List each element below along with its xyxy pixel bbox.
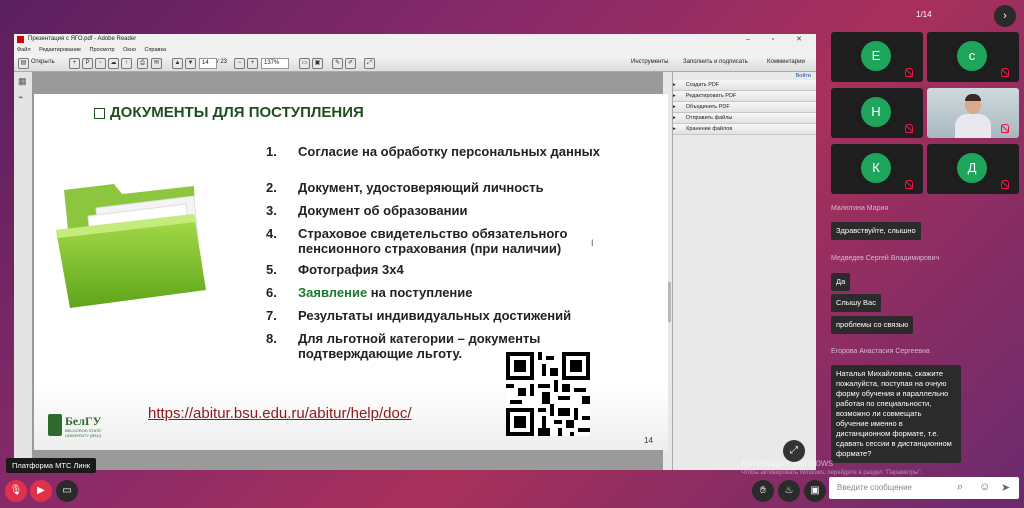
chat-message: Здравствуйте, слышно bbox=[831, 222, 921, 240]
navigation-rail: ▦ ⌁ bbox=[14, 72, 33, 470]
camera-off-icon[interactable]: ▶ bbox=[30, 480, 52, 502]
menu-help[interactable]: Справка bbox=[144, 47, 166, 53]
avatar: Н bbox=[861, 97, 891, 127]
zoom-out-icon[interactable]: − bbox=[234, 58, 245, 69]
panel-combine-pdf[interactable]: ▸ Объединить PDF bbox=[673, 102, 816, 113]
panel-store-files[interactable]: ▸ Хранение файлов bbox=[673, 124, 816, 135]
participant-video-tile[interactable] bbox=[927, 88, 1019, 138]
platform-label: Платформа МТС Линк bbox=[6, 458, 96, 473]
menu-edit[interactable]: Редактирование bbox=[39, 47, 81, 53]
folder-icon bbox=[56, 184, 206, 308]
participant-tile[interactable]: Е bbox=[831, 32, 923, 82]
mic-muted-icon bbox=[1001, 180, 1009, 189]
comments-button[interactable]: Комментарии bbox=[767, 59, 805, 65]
slide-page: ДОКУМЕНТЫ ДЛЯ ПОСТУПЛЕНИЯ 1. Согласие на … bbox=[34, 94, 668, 450]
avatar: с bbox=[957, 41, 987, 71]
avatar: Д bbox=[957, 153, 987, 183]
chat-sender: Егорова Анастасия Сергеевна bbox=[831, 348, 930, 355]
toolbar: ▤ Открыть + P ▫ ☁ ↑ ⎙ ✉ ▲ ▼ 14 / 23 − + … bbox=[14, 55, 816, 72]
layout-icon[interactable]: ▣ bbox=[804, 480, 826, 502]
message-input[interactable]: Введите сообщение ⌕ ☺ ➤ bbox=[829, 477, 1019, 499]
fit-page-icon[interactable]: ▭ bbox=[299, 58, 310, 69]
fill-sign-button[interactable]: Заполнить и подписать bbox=[683, 59, 748, 65]
pages-icon[interactable]: ▦ bbox=[18, 76, 27, 87]
folder-open-icon[interactable]: ▤ bbox=[18, 58, 29, 69]
chat-message: проблемы со связью bbox=[831, 316, 914, 334]
raise-hand-icon[interactable]: ✋︎ bbox=[752, 480, 774, 502]
slide-title: ДОКУМЕНТЫ ДЛЯ ПОСТУПЛЕНИЯ bbox=[110, 104, 364, 121]
university-logo: БелГУ BELGOROD STATE UNIVERSITY (BSU) bbox=[48, 414, 118, 440]
next-page-icon[interactable]: ▼ bbox=[185, 58, 196, 69]
mic-off-icon[interactable]: 🎙︎ bbox=[5, 480, 27, 502]
participant-tile[interactable]: Д bbox=[927, 144, 1019, 194]
slide-page-number: 14 bbox=[644, 436, 653, 445]
tools-panel: Войти ▸ Создать PDF ▸ Редактировать PDF ▸ О… bbox=[672, 72, 816, 470]
acrobat-icon bbox=[17, 36, 24, 43]
windows-activation-text: Чтобы активировать Windows, перейдите в … bbox=[741, 470, 923, 476]
page-total: / 23 bbox=[217, 59, 228, 65]
panel-edit-pdf[interactable]: ▸ Редактировать PDF bbox=[673, 91, 816, 102]
page-number-input[interactable]: 14 bbox=[199, 58, 217, 69]
mic-muted-icon bbox=[905, 68, 913, 77]
window-titlebar: Презентация с ЯГО.pdf - Adobe Reader – ▫… bbox=[14, 34, 816, 46]
participant-tile[interactable]: К bbox=[831, 144, 923, 194]
avatar: К bbox=[861, 153, 891, 183]
open-button[interactable]: Открыть bbox=[31, 59, 55, 65]
panel-send-files[interactable]: ▸ Отправить файлы bbox=[673, 113, 816, 124]
save-icon[interactable]: ▫ bbox=[95, 58, 106, 69]
participant-tile[interactable]: с bbox=[927, 32, 1019, 82]
menu-bar: Файл Редактирование Просмотр Окно Справк… bbox=[14, 46, 816, 55]
mic-muted-icon bbox=[1001, 68, 1009, 77]
mic-muted-icon bbox=[905, 124, 913, 133]
emoji-icon[interactable]: ☺ bbox=[979, 481, 990, 493]
highlight-icon[interactable]: ✐ bbox=[345, 58, 356, 69]
chat-sender: Малютина Мария bbox=[831, 205, 889, 212]
text-cursor-icon: I bbox=[591, 238, 594, 248]
screen-share-icon[interactable]: ▭ bbox=[56, 480, 78, 502]
chat-message: Наталья Михайловна, скажите пожалуйста, … bbox=[831, 365, 961, 463]
menu-file[interactable]: Файл bbox=[17, 47, 31, 53]
reactions-icon[interactable]: ♨ bbox=[778, 480, 800, 502]
admission-link[interactable]: https://abitur.bsu.edu.ru/abitur/help/do… bbox=[148, 405, 412, 422]
print-icon[interactable]: ⎙ bbox=[137, 58, 148, 69]
zoom-in-icon[interactable]: + bbox=[247, 58, 258, 69]
mic-muted-icon bbox=[905, 180, 913, 189]
fullscreen-icon[interactable]: ⤢ bbox=[783, 440, 805, 462]
attach-icon[interactable]: ⌕ bbox=[957, 481, 963, 494]
attachment-icon[interactable]: ⌁ bbox=[18, 92, 23, 103]
panel-create-pdf[interactable]: ▸ Создать PDF bbox=[673, 80, 816, 91]
signin-link[interactable]: Войти bbox=[796, 73, 811, 79]
chat-panel: Малютина Мария Здравствуйте, слышно Медв… bbox=[824, 200, 1024, 470]
send-icon[interactable]: ➤ bbox=[1001, 481, 1010, 494]
window-controls[interactable]: – ▫ ✕ bbox=[746, 35, 812, 43]
email-icon[interactable]: ✉ bbox=[151, 58, 162, 69]
zoom-select[interactable]: 137% bbox=[261, 58, 289, 69]
menu-view[interactable]: Просмотр bbox=[90, 47, 115, 53]
tools-button[interactable]: Инструменты bbox=[631, 59, 668, 65]
chat-message: Да bbox=[831, 273, 851, 291]
next-participants-button[interactable]: › bbox=[994, 5, 1016, 27]
menu-window[interactable]: Окно bbox=[123, 47, 136, 53]
window-title: Презентация с ЯГО.pdf - Adobe Reader bbox=[28, 36, 137, 42]
participant-counter: 1/14 bbox=[916, 10, 932, 19]
upload-icon[interactable]: ↑ bbox=[121, 58, 132, 69]
mic-muted-icon bbox=[1001, 124, 1009, 133]
create-icon[interactable]: + bbox=[69, 58, 80, 69]
prev-page-icon[interactable]: ▲ bbox=[172, 58, 183, 69]
message-placeholder: Введите сообщение bbox=[837, 483, 912, 492]
cloud-icon[interactable]: ☁ bbox=[108, 58, 119, 69]
comment-icon[interactable]: ✎ bbox=[332, 58, 343, 69]
pdf-icon[interactable]: P bbox=[82, 58, 93, 69]
qr-code bbox=[506, 352, 590, 436]
full-screen-icon[interactable]: ▣ bbox=[312, 58, 323, 69]
expand-icon[interactable]: ⤢ bbox=[364, 58, 375, 69]
chat-sender: Медведев Сергей Владимирович bbox=[831, 255, 940, 262]
avatar: Е bbox=[861, 41, 891, 71]
participant-tile[interactable]: Н bbox=[831, 88, 923, 138]
checkbox-bullet-icon bbox=[94, 108, 105, 119]
chat-message: Слышу Вас bbox=[831, 294, 881, 312]
